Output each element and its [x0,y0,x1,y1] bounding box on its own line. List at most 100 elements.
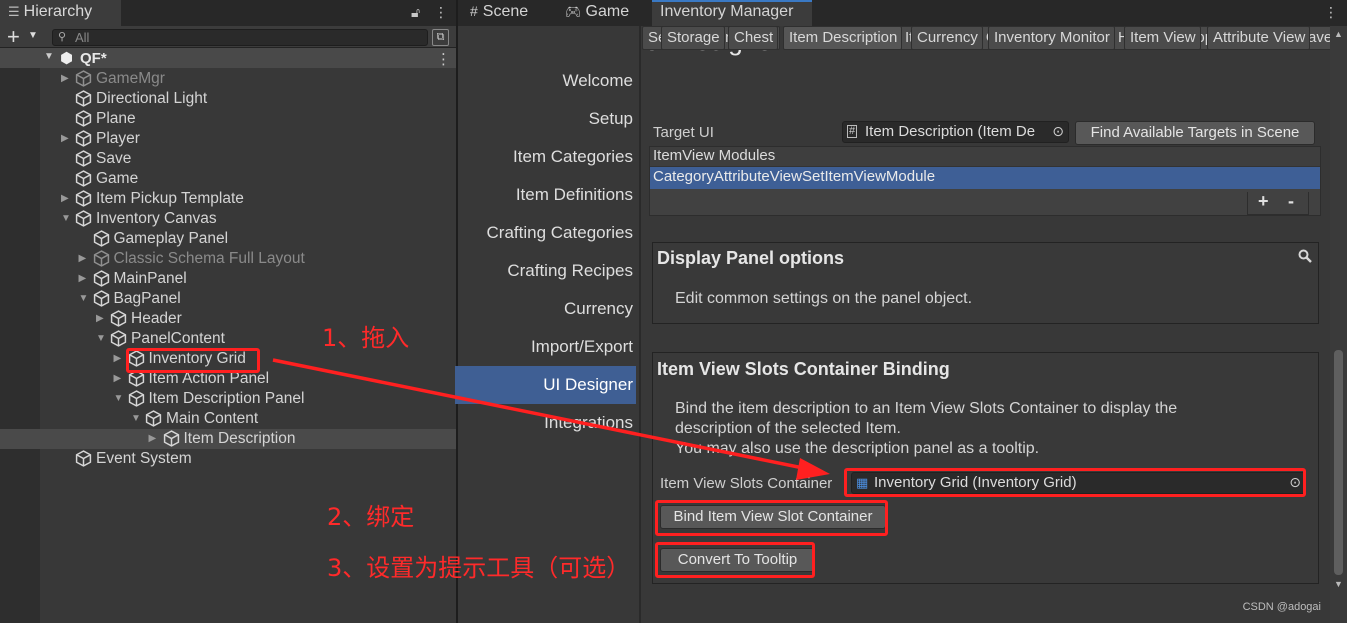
hierarchy-item[interactable]: ▶ Item Pickup Template [0,189,456,209]
gameobject-cube-icon [110,310,127,327]
gameobject-cube-icon [75,70,92,87]
gameobject-cube-icon [75,130,92,147]
designer-tab-currency[interactable]: Currency [911,26,983,50]
hierarchy-item[interactable]: Event System [0,449,456,469]
search-icon[interactable] [1298,249,1312,263]
hierarchy-item-label: GameMgr [96,70,165,87]
remove-module-button[interactable]: - [1288,191,1294,212]
kebab-menu-icon[interactable]: ⋮ [1324,4,1338,21]
collapse-triangle-icon[interactable]: ▼ [131,413,141,424]
itemview-modules-list: ItemView Modules CategoryAttributeViewSe… [649,146,1321,216]
collapse-triangle-icon[interactable]: ▼ [79,293,89,304]
expand-triangle-icon[interactable]: ▶ [114,373,122,384]
hierarchy-search-input[interactable]: ⚲ All [52,29,428,46]
designer-tab-item-view[interactable]: Item View [1124,26,1201,50]
expand-triangle-icon[interactable]: ▶ [61,193,69,204]
kebab-menu-icon[interactable]: ⋮ [436,50,451,68]
list-add-remove: + - [1247,191,1309,215]
expand-triangle-icon[interactable]: ▶ [79,253,87,264]
sidebar-item-import-export[interactable]: Import/Export [455,328,636,366]
scroll-down-icon[interactable]: ▼ [1334,579,1343,589]
binding-title: Item View Slots Container Binding [657,359,950,379]
tab-scene[interactable]: # Scene [470,0,528,26]
object-picker-icon[interactable]: ⊙ [1052,123,1064,140]
gamepad-icon: 🎮︎ [565,4,582,19]
expand-triangle-icon[interactable]: ▶ [149,433,157,444]
hierarchy-item[interactable]: Game [0,169,456,189]
sidebar-item-crafting-categories[interactable]: Crafting Categories [455,214,636,252]
scroll-up-icon[interactable]: ▲ [1334,29,1343,39]
target-ui-field[interactable]: # Item Description (Item De ⊙ [842,121,1069,143]
lock-icon[interactable]: 🔓︎ [411,4,420,21]
sidebar-item-crafting-recipes[interactable]: Crafting Recipes [455,252,636,290]
tab-inventory-manager-label: Inventory Manager [660,3,794,20]
expand-triangle-icon[interactable]: ▶ [79,273,87,284]
expand-triangle-icon[interactable]: ▶ [61,73,69,84]
sidebar-item-currency[interactable]: Currency [455,290,636,328]
collapse-triangle-icon[interactable]: ▼ [114,393,124,404]
designer-tab-attribute-view[interactable]: Attribute View [1207,26,1311,50]
hierarchy-tabbar: ☰ Hierarchy 🔓︎ ⋮ [0,0,456,26]
hierarchy-item-label: PanelContent [131,330,225,347]
hierarchy-item[interactable]: ▼ BagPanel [0,289,456,309]
content-scrollbar[interactable]: ▲ ▼ [1330,26,1347,623]
hierarchy-item-label: Inventory Canvas [96,210,217,227]
sidebar-item-item-categories[interactable]: Item Categories [455,138,636,176]
hierarchy-item[interactable]: ▼ Main Content [0,409,456,429]
hierarchy-item-label: Main Content [166,410,259,427]
hierarchy-tab[interactable]: ☰ Hierarchy [0,0,121,26]
tab-inventory-manager[interactable]: Inventory Manager [652,0,812,26]
gameobject-cube-icon [75,150,92,167]
find-targets-button[interactable]: Find Available Targets in Scene [1075,121,1315,145]
hierarchy-item[interactable]: ▼ Item Description Panel [0,389,456,409]
chevron-down-icon[interactable]: ▼ [28,30,38,41]
hierarchy-item[interactable]: Plane [0,109,456,129]
designer-tab-chest[interactable]: Chest [728,26,779,50]
binding-desc-line2: description of the selected Item. [675,420,901,437]
scene-row[interactable]: ▼ ⬢ QF* ⋮ [0,48,456,68]
target-ui-label: Target UI [653,124,714,141]
expand-triangle-icon[interactable]: ▼ [44,51,54,62]
sidebar-item-setup[interactable]: Setup [455,100,636,138]
gameobject-cube-icon [93,230,110,247]
designer-tab-item-description[interactable]: Item Description [783,26,903,50]
hierarchy-item[interactable]: ▶ Player [0,129,456,149]
modules-list-item[interactable]: CategoryAttributeViewSetItemViewModule [650,167,1320,189]
hierarchy-item-label: Header [131,310,182,327]
collapse-triangle-icon[interactable]: ▼ [96,333,106,344]
hierarchy-item[interactable]: ▶ MainPanel [0,269,456,289]
hierarchy-item[interactable]: ▶ Item Description [0,429,456,449]
hierarchy-item[interactable]: ▶ Classic Schema Full Layout [0,249,456,269]
expand-triangle-icon[interactable]: ▶ [61,133,69,144]
gameobject-cube-icon [75,190,92,207]
tab-game[interactable]: 🎮︎ Game [565,0,629,26]
hierarchy-item[interactable]: Save [0,149,456,169]
hierarchy-item-label: Item Pickup Template [96,190,244,207]
sidebar-item-item-definitions[interactable]: Item Definitions [455,176,636,214]
watermark: CSDN @adogai [1242,601,1321,613]
gameobject-cube-icon [75,450,92,467]
scrollbar-thumb[interactable] [1334,350,1343,575]
hierarchy-item[interactable]: ▶ GameMgr [0,69,456,89]
hierarchy-item[interactable]: ▼ Inventory Canvas [0,209,456,229]
sidebar-item-ui-designer[interactable]: UI Designer [455,366,636,404]
gameobject-cube-icon [93,250,110,267]
kebab-menu-icon[interactable]: ⋮ [434,4,448,21]
expand-triangle-icon[interactable]: ▶ [114,353,122,364]
hierarchy-item-label: Event System [96,450,192,467]
search-options-icon[interactable]: ⧉ [432,29,449,46]
sidebar-item-welcome[interactable]: Welcome [455,62,636,100]
designer-tab-storage[interactable]: Storage [661,26,725,50]
hierarchy-item[interactable]: Directional Light [0,89,456,109]
sidebar-item-integrations[interactable]: Integrations [455,404,636,442]
expand-triangle-icon[interactable]: ▶ [96,313,104,324]
tab-game-label: Game [585,3,630,20]
collapse-triangle-icon[interactable]: ▼ [61,213,71,224]
designer-sidebar: Welcome Setup Item Categories Item Definiti… [455,26,639,623]
designer-tab-inventory-monitor[interactable]: Inventory Monitor [988,26,1115,50]
add-module-button[interactable]: + [1258,191,1269,212]
hierarchy-item[interactable]: Gameplay Panel [0,229,456,249]
modules-header: ItemView Modules [650,147,1320,167]
gameobject-cube-icon [75,90,92,107]
add-object-button[interactable]: + [7,24,20,50]
